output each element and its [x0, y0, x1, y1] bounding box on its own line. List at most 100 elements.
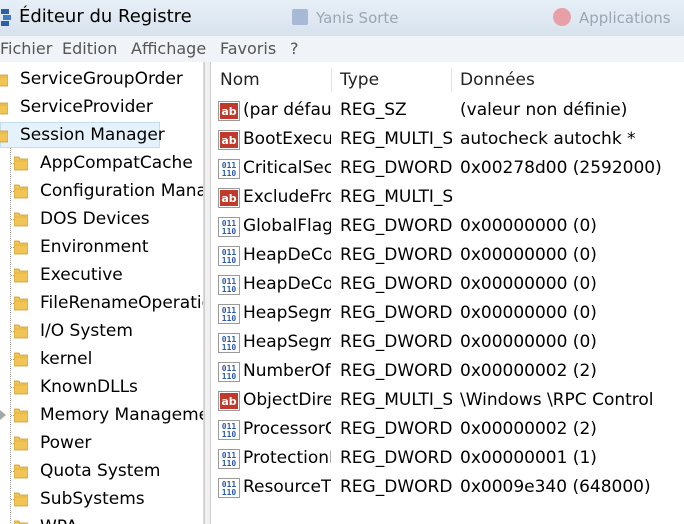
value-name: ExcludeFromKnownDlls — [243, 187, 331, 207]
value-type: REG_MULTI_SZ — [340, 187, 452, 207]
tree-item[interactable]: SubSystems — [0, 485, 203, 513]
value-row[interactable]: 011110HeapDeCommitFreeBlockThreshold REG_… — [212, 241, 684, 270]
value-row[interactable]: 011 110 GlobalFlag REG_DWORD 0x00000000 (0) — [212, 212, 684, 241]
tree-item-label: Quota System — [40, 461, 161, 481]
value-name: HeapDeCommitTotalFreeThreshold — [243, 274, 331, 294]
folder-icon — [13, 519, 29, 524]
tree-item[interactable]: WPA — [0, 513, 203, 524]
tree-item[interactable]: KnownDLLs — [0, 373, 203, 401]
folder-icon — [13, 407, 29, 423]
tree-item-label: kernel — [40, 349, 93, 369]
value-type: REG_MULTI_SZ — [340, 390, 452, 410]
tree-item[interactable]: Power — [0, 429, 203, 457]
tree-item[interactable]: Session Manager — [0, 121, 203, 149]
value-row[interactable]: 011110HeapSegmentCommit REG_DWORD 0x000000… — [212, 299, 684, 328]
facebook-icon — [292, 9, 308, 25]
background-tab-label: Applications — [579, 9, 671, 27]
tree-item[interactable]: DOS Devices — [0, 205, 203, 233]
value-row[interactable]: 011110NumberOfInitialSessions REG_DWORD 0x… — [212, 357, 684, 386]
binary-value-icon: 011 110 — [218, 478, 240, 498]
value-name: ObjectDirectories — [243, 390, 331, 410]
tree-item-label: SubSystems — [40, 489, 145, 509]
folder-icon — [13, 211, 29, 227]
expand-arrow-icon[interactable] — [0, 410, 6, 420]
column-header-data[interactable]: Données — [452, 66, 684, 94]
value-data: 0x00278d00 (2592000) — [460, 158, 662, 178]
tree-item[interactable]: kernel — [0, 345, 203, 373]
column-header-name[interactable]: Nom — [212, 66, 332, 94]
tree-item[interactable]: Configuration Manager — [0, 177, 203, 205]
binary-value-icon: 011 110 — [218, 362, 240, 382]
tree-item[interactable]: Quota System — [0, 457, 203, 485]
title-bar: Éditeur du Registre Yanis Sorte Applicat… — [0, 0, 684, 36]
binary-value-icon: 011 110 — [218, 159, 240, 179]
menu-edition[interactable]: Edition — [62, 39, 117, 59]
svg-text:110: 110 — [222, 169, 237, 178]
tree-item[interactable]: Memory Management — [0, 401, 203, 429]
menu-help[interactable]: ? — [290, 39, 299, 59]
folder-icon — [13, 379, 29, 395]
value-row[interactable]: ab BootExecute REG_MULTI_SZ autocheck autoc… — [212, 125, 684, 154]
folder-icon — [13, 351, 29, 367]
value-data: 0x0009e340 (648000) — [460, 477, 651, 497]
folder-icon — [0, 71, 9, 87]
folder-icon — [13, 239, 29, 255]
tree-item-label: ServiceGroupOrder — [20, 69, 183, 89]
value-type: REG_DWORD — [340, 361, 452, 381]
value-name: GlobalFlag — [243, 216, 331, 236]
value-row[interactable]: ab ObjectDirectories REG_MULTI_SZ \Windows … — [212, 386, 684, 415]
tree-item-label: Session Manager — [20, 125, 165, 145]
pane-splitter[interactable] — [204, 62, 211, 524]
value-row[interactable]: 011110HeapDeCommitTotalFreeThreshold REG_… — [212, 270, 684, 299]
binary-value-icon: 011 110 — [218, 333, 240, 353]
tree-item-label: Environment — [40, 237, 149, 257]
tree-item-label: Memory Management — [40, 405, 203, 425]
tree-item-label: Executive — [40, 265, 123, 285]
tree-item[interactable]: ServiceProvider — [0, 93, 203, 121]
svg-text:110: 110 — [222, 256, 237, 265]
value-data: 0x00000000 (0) — [460, 216, 597, 236]
menu-affichage[interactable]: Affichage — [131, 39, 206, 59]
value-name: ProcessorControl — [243, 419, 331, 439]
values-list-pane[interactable]: Nom Type Données ab (par défaut) REG_SZ (va… — [212, 62, 684, 524]
string-value-icon: ab — [218, 188, 240, 208]
tree-item[interactable]: AppCompatCache — [0, 149, 203, 177]
svg-text:110: 110 — [222, 343, 237, 352]
value-data: \Windows \RPC Control — [460, 390, 654, 410]
key-tree-pane[interactable]: ServiceGroupOrder ServiceProvider Session … — [0, 62, 204, 524]
value-row[interactable]: 011110ProtectionMode REG_DWORD 0x00000001 … — [212, 444, 684, 473]
string-value-icon: ab — [218, 130, 240, 150]
value-name: ResourceTimeoutCount — [243, 477, 331, 497]
value-row[interactable]: ab ExcludeFromKnownDlls REG_MULTI_SZ — [212, 183, 684, 212]
value-data: 0x00000001 (1) — [460, 448, 597, 468]
value-data: (valeur non définie) — [460, 100, 628, 120]
tree-item-label: Configuration Manager — [40, 181, 203, 201]
binary-value-icon: 011 110 — [218, 304, 240, 324]
value-data: 0x00000000 (0) — [460, 245, 597, 265]
folder-icon — [13, 155, 29, 171]
value-row[interactable]: ab (par défaut) REG_SZ (valeur non définie) — [212, 96, 684, 125]
menu-favoris[interactable]: Favoris — [220, 39, 276, 59]
svg-text:110: 110 — [222, 488, 237, 497]
column-header-type[interactable]: Type — [332, 66, 452, 94]
background-tab-applications[interactable]: Applications — [553, 6, 684, 30]
folder-icon — [13, 463, 29, 479]
value-type: REG_DWORD — [340, 158, 452, 178]
value-type: REG_DWORD — [340, 216, 452, 236]
folder-icon — [0, 127, 9, 143]
tree-item[interactable]: Environment — [0, 233, 203, 261]
value-row[interactable]: 011110ResourceTimeoutCount REG_DWORD 0x000… — [212, 473, 684, 502]
svg-text:ab: ab — [221, 134, 236, 147]
tree-item[interactable]: I/O System — [0, 317, 203, 345]
tree-item[interactable]: ServiceGroupOrder — [0, 65, 203, 93]
tree-item[interactable]: FileRenameOperations — [0, 289, 203, 317]
background-tab-facebook[interactable]: Yanis Sorte — [292, 6, 442, 30]
svg-text:110: 110 — [222, 285, 237, 294]
value-row[interactable]: 011110HeapSegmentReserve REG_DWORD 0x00000… — [212, 328, 684, 357]
value-row[interactable]: 011110ProcessorControl REG_DWORD 0x0000000… — [212, 415, 684, 444]
menu-fichier[interactable]: Fichier — [0, 39, 52, 59]
tree-item[interactable]: Executive — [0, 261, 203, 289]
value-row[interactable]: 011110CriticalSectionTimeout REG_DWORD 0x0… — [212, 154, 684, 183]
folder-icon — [13, 323, 29, 339]
menu-bar: Fichier Edition Affichage Favoris ? — [0, 36, 684, 62]
